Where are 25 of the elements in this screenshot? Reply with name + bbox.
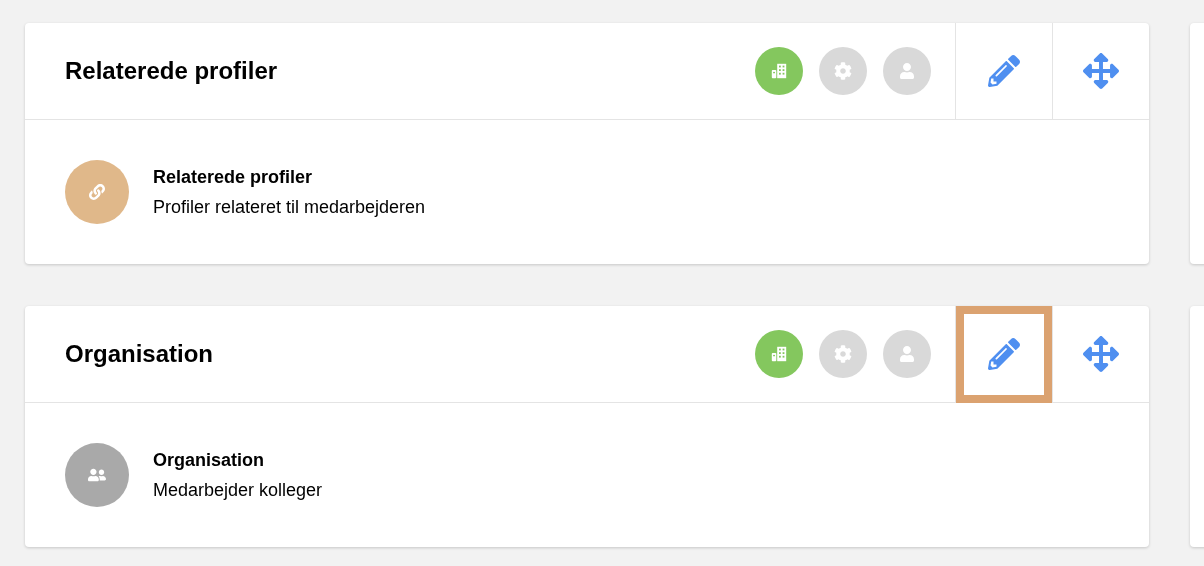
toggle-button[interactable] bbox=[755, 47, 803, 95]
toggle-button[interactable] bbox=[755, 330, 803, 378]
toggle-button[interactable] bbox=[883, 47, 931, 95]
settings-icon bbox=[834, 345, 852, 363]
settings-icon bbox=[834, 62, 852, 80]
toggle-button[interactable] bbox=[819, 330, 867, 378]
toggle-button[interactable] bbox=[819, 47, 867, 95]
item-title: Relaterede profiler bbox=[153, 166, 314, 189]
item-title: Organisation bbox=[153, 449, 265, 472]
item-description: Medarbejder kolleger bbox=[153, 479, 323, 502]
person-icon bbox=[899, 346, 915, 362]
link-icon bbox=[89, 184, 105, 200]
pencil-icon bbox=[988, 55, 1020, 87]
card-title: Organisation bbox=[65, 339, 214, 369]
item-description: Profiler relateret til medarbejderen bbox=[153, 196, 426, 219]
move-icon bbox=[1083, 53, 1119, 89]
people-icon bbox=[88, 466, 106, 484]
building-icon bbox=[770, 345, 788, 363]
person-icon bbox=[899, 63, 915, 79]
card-title: Relaterede profiler bbox=[65, 56, 278, 86]
pencil-icon bbox=[988, 338, 1020, 370]
move-icon bbox=[1083, 336, 1119, 372]
building-icon bbox=[770, 62, 788, 80]
edit-button[interactable] bbox=[956, 305, 1052, 403]
toggle-button[interactable] bbox=[883, 330, 931, 378]
